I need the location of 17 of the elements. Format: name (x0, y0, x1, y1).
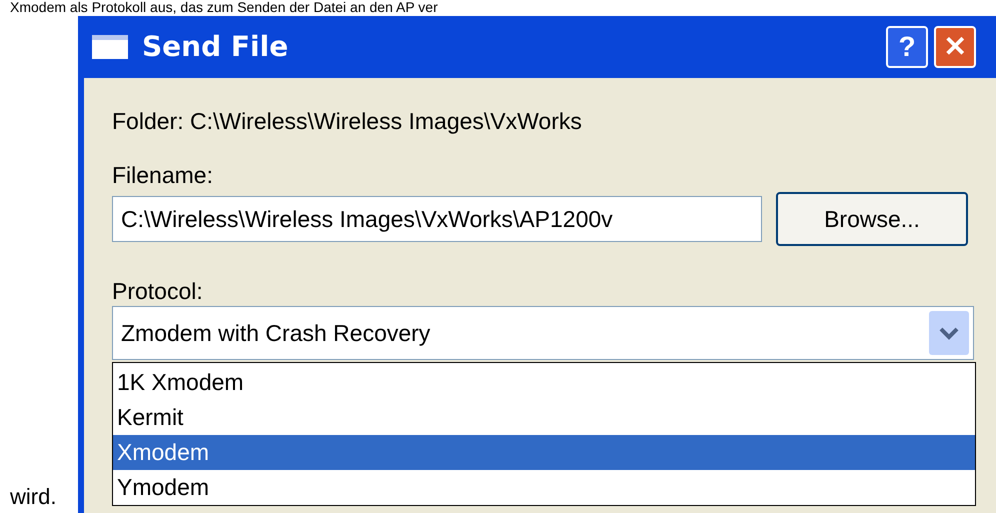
body-text: Xmodem als Protokoll aus, das zum Senden der Datei an den AP ver (10, 0, 438, 15)
dropdown-value: Zmodem with Crash Recovery (121, 318, 430, 348)
dropdown-option[interactable]: Xmodem (113, 435, 975, 470)
help-button[interactable]: ? (886, 26, 928, 68)
window-title: Send File (142, 29, 288, 65)
close-button[interactable]: ✕ (934, 26, 976, 68)
window-icon (92, 35, 128, 59)
field-label: Protocol: (112, 277, 204, 306)
browse-button[interactable]: Browse... (776, 192, 968, 246)
filename-field[interactable]: C:\Wireless\Wireless Images\VxWorks\AP1200v (112, 196, 762, 242)
dropdown-option[interactable]: Ymodem (113, 470, 975, 505)
protocol-dropdown[interactable]: Zmodem with Crash Recovery (112, 306, 974, 360)
folder-label: Folder: C:\Wireless\Wireless Images\VxWorks (112, 107, 583, 136)
dropdown-option[interactable]: Kermit (113, 400, 975, 435)
field-label: Filename: (112, 161, 214, 190)
dropdown-option[interactable]: 1K Xmodem (113, 365, 975, 400)
body-text: wird. (10, 484, 56, 510)
